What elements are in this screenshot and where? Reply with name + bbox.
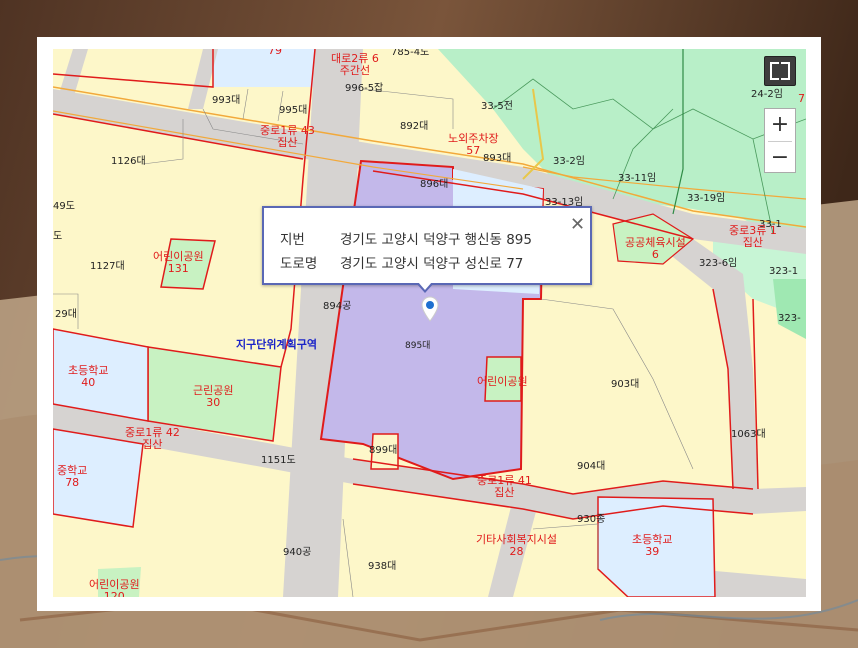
parcel-label: 24-2임: [751, 89, 783, 100]
road-class: 주간선: [339, 64, 371, 77]
parcel-label: 33-5전: [481, 101, 513, 112]
road-class: 집산: [277, 136, 298, 149]
road-label: 대로2류 6 주간선: [331, 53, 379, 77]
parcel-label: 993대: [212, 95, 241, 106]
parcel-label: 323-6임: [699, 258, 738, 269]
kids-park-label: 어린이공원: [477, 375, 528, 388]
facility-number: 120: [103, 590, 125, 598]
road-label: 중로1류 42 집산: [125, 427, 180, 451]
road-label: 중로1류 43 집산: [260, 125, 315, 149]
parcel-label: 996-5잡: [345, 83, 384, 94]
parcel-label: 1127대: [90, 261, 125, 272]
facility-number: 131: [167, 262, 189, 275]
parcel-label: 1126대: [111, 156, 146, 167]
parcel-label: 903대: [611, 379, 640, 390]
parcel-label: 899대: [369, 445, 398, 456]
parcel-label: 995대: [279, 105, 308, 116]
zoom-control: + −: [764, 108, 796, 173]
facility-number: 28: [509, 545, 524, 558]
jibun-value: 경기도 고양시 덕양구 행신동 895: [340, 232, 532, 248]
fullscreen-button[interactable]: [764, 56, 796, 86]
close-icon[interactable]: ✕: [570, 216, 585, 234]
parcel-label: 938대: [368, 561, 397, 572]
parcel-label: 1063대: [731, 429, 766, 440]
welfare-label: 기타사회복지시설 28: [476, 534, 557, 558]
elem-school-label: 초등학교 39: [632, 534, 672, 558]
road-class: 집산: [494, 486, 515, 499]
parcel-label: 323-1: [769, 266, 799, 277]
parcel-label: 896대: [420, 179, 449, 190]
parcel-label: 도: [53, 231, 63, 242]
selected-parcel-label: 895대: [405, 341, 431, 351]
parcel-label: 930종: [577, 514, 606, 525]
district-plan-label: 지구단위계획구역: [236, 338, 317, 351]
fullscreen-icon: [770, 71, 779, 80]
parcel-label: 323-: [778, 313, 801, 324]
road-value: 경기도 고양시 덕양구 성신로 77: [340, 256, 524, 272]
parcel-label: 892대: [400, 121, 429, 132]
jibun-key: 지번: [280, 232, 305, 248]
middle-school-label: 중학교 78: [57, 465, 87, 489]
road-label: 중로1류 41 집산: [477, 475, 532, 499]
fullscreen-icon: [781, 71, 790, 80]
jibun-row: 지번 경기도 고양시 덕양구 행신동 895: [280, 228, 532, 248]
facility-number: 39: [645, 545, 660, 558]
zoom-in-button[interactable]: +: [765, 109, 795, 140]
road-class: 집산: [742, 236, 764, 249]
parcel-label: 33-2임: [553, 156, 585, 167]
fullscreen-icon: [781, 62, 790, 71]
parcel-label: 893대: [483, 153, 512, 164]
road-class: 집산: [142, 438, 163, 451]
facility-number: 78: [65, 476, 80, 489]
parcel-label: 49도: [53, 201, 75, 212]
parcel-label: 29대: [55, 309, 77, 320]
map-viewport[interactable]: 79 785-4도 대로2류 6 주간선 996-5잡 993대 995대 892…: [53, 49, 806, 597]
parcel-label: 33-19임: [687, 193, 726, 204]
parcel-label: 33-11임: [618, 173, 657, 184]
facility-number: 30: [206, 396, 221, 409]
fullscreen-icon: [770, 62, 779, 71]
park-label: 근린공원 30: [193, 385, 233, 409]
cadastral-map[interactable]: [53, 49, 806, 597]
parcel-label: 894공: [323, 301, 352, 312]
location-pin-icon[interactable]: [421, 296, 439, 322]
elem-school-label: 초등학교 40: [68, 365, 108, 389]
road-address-row: 도로명 경기도 고양시 덕양구 성신로 77: [280, 252, 523, 272]
popup-tail-inner: [418, 282, 432, 290]
zoom-out-button[interactable]: −: [765, 142, 795, 173]
address-popup: 지번 경기도 고양시 덕양구 행신동 895 도로명 경기도 고양시 덕양구 성신로…: [262, 206, 592, 285]
kids-park-label: 어린이공원 131: [153, 251, 204, 275]
parcel-label: 785-4도: [391, 49, 430, 58]
parcel-79-label: 79: [268, 49, 282, 57]
facility-number: 6: [651, 248, 659, 261]
parcel-label: 940공: [283, 547, 312, 558]
kids-park-label: 어린이공원 120: [89, 579, 140, 598]
sports-label: 공공체육시설 6: [625, 237, 686, 261]
road-key: 도로명: [280, 256, 318, 272]
road-label: 중로3류 1 집산: [729, 225, 777, 249]
parcel-label: 904대: [577, 461, 606, 472]
parcel-label: 7: [798, 92, 805, 105]
parcel-label: 1151도: [261, 455, 296, 466]
facility-number: 40: [81, 376, 96, 389]
